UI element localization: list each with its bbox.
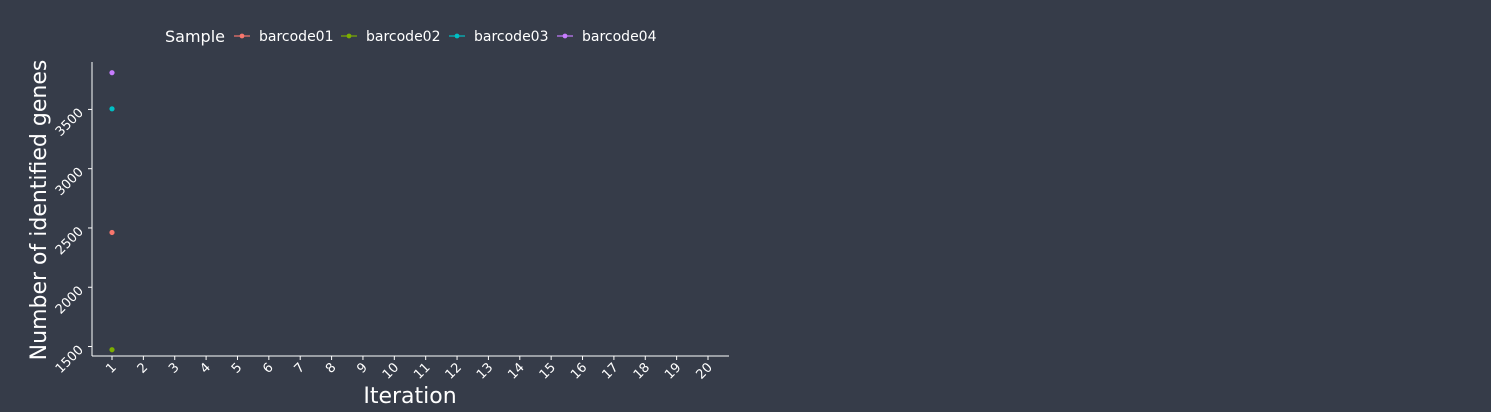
data-points — [109, 70, 115, 353]
legend: Sample barcode01 barcode02 barcode03 barcod… — [165, 27, 657, 46]
data-point-barcode03 — [109, 106, 115, 112]
legend-key-point — [346, 33, 352, 39]
x-tick-label: 14 — [505, 360, 527, 382]
x-tick-label: 8 — [323, 360, 339, 376]
x-tick-label: 12 — [443, 360, 465, 382]
y-tick-label: 2500 — [53, 224, 87, 258]
legend-key-point — [239, 33, 245, 39]
legend-label: barcode03 — [474, 29, 549, 45]
legend-key-point — [562, 33, 568, 39]
y-tick-label: 3500 — [53, 106, 87, 140]
legend-label: barcode02 — [366, 29, 441, 45]
data-point-barcode04 — [109, 70, 115, 76]
x-tick-label: 18 — [631, 360, 653, 382]
x-tick-label: 15 — [537, 360, 559, 382]
chart: Sample barcode01 barcode02 barcode03 barcod… — [0, 0, 1491, 409]
x-tick-label: 13 — [474, 360, 496, 382]
legend-label: barcode04 — [582, 29, 657, 45]
y-axis-label: Number of identified genes — [27, 60, 52, 361]
legend-key-point — [454, 33, 460, 39]
y-tick-label: 3000 — [53, 165, 87, 199]
x-tick-label: 7 — [292, 360, 308, 376]
x-tick-label: 19 — [662, 360, 684, 382]
axes: 150020002500300035001 2 3 4 5 6 7 8 9 10 11 12 13 14 1… — [53, 62, 729, 383]
data-point-barcode02 — [109, 347, 115, 353]
x-tick-label: 17 — [599, 360, 621, 382]
x-tick-label: 3 — [166, 360, 182, 376]
y-tick-label: 1500 — [53, 343, 87, 377]
x-tick-label: 16 — [568, 360, 590, 382]
x-tick-label: 11 — [411, 360, 433, 382]
x-tick-label: 1 — [103, 360, 119, 376]
x-tick-label: 10 — [380, 360, 402, 382]
legend-label: barcode01 — [259, 29, 334, 45]
x-tick-label: 2 — [135, 360, 151, 376]
chart-svg: Sample barcode01 barcode02 barcode03 barcod… — [27, 27, 729, 409]
x-tick-label: 9 — [354, 360, 370, 376]
legend-title: Sample — [165, 27, 225, 46]
x-tick-label: 5 — [229, 360, 245, 376]
x-tick-label: 20 — [694, 360, 716, 382]
x-axis-label: Iteration — [363, 384, 456, 408]
x-tick-label: 6 — [260, 360, 276, 376]
x-tick-label: 4 — [197, 360, 213, 376]
data-point-barcode01 — [109, 229, 115, 236]
y-tick-label: 2000 — [53, 283, 87, 317]
